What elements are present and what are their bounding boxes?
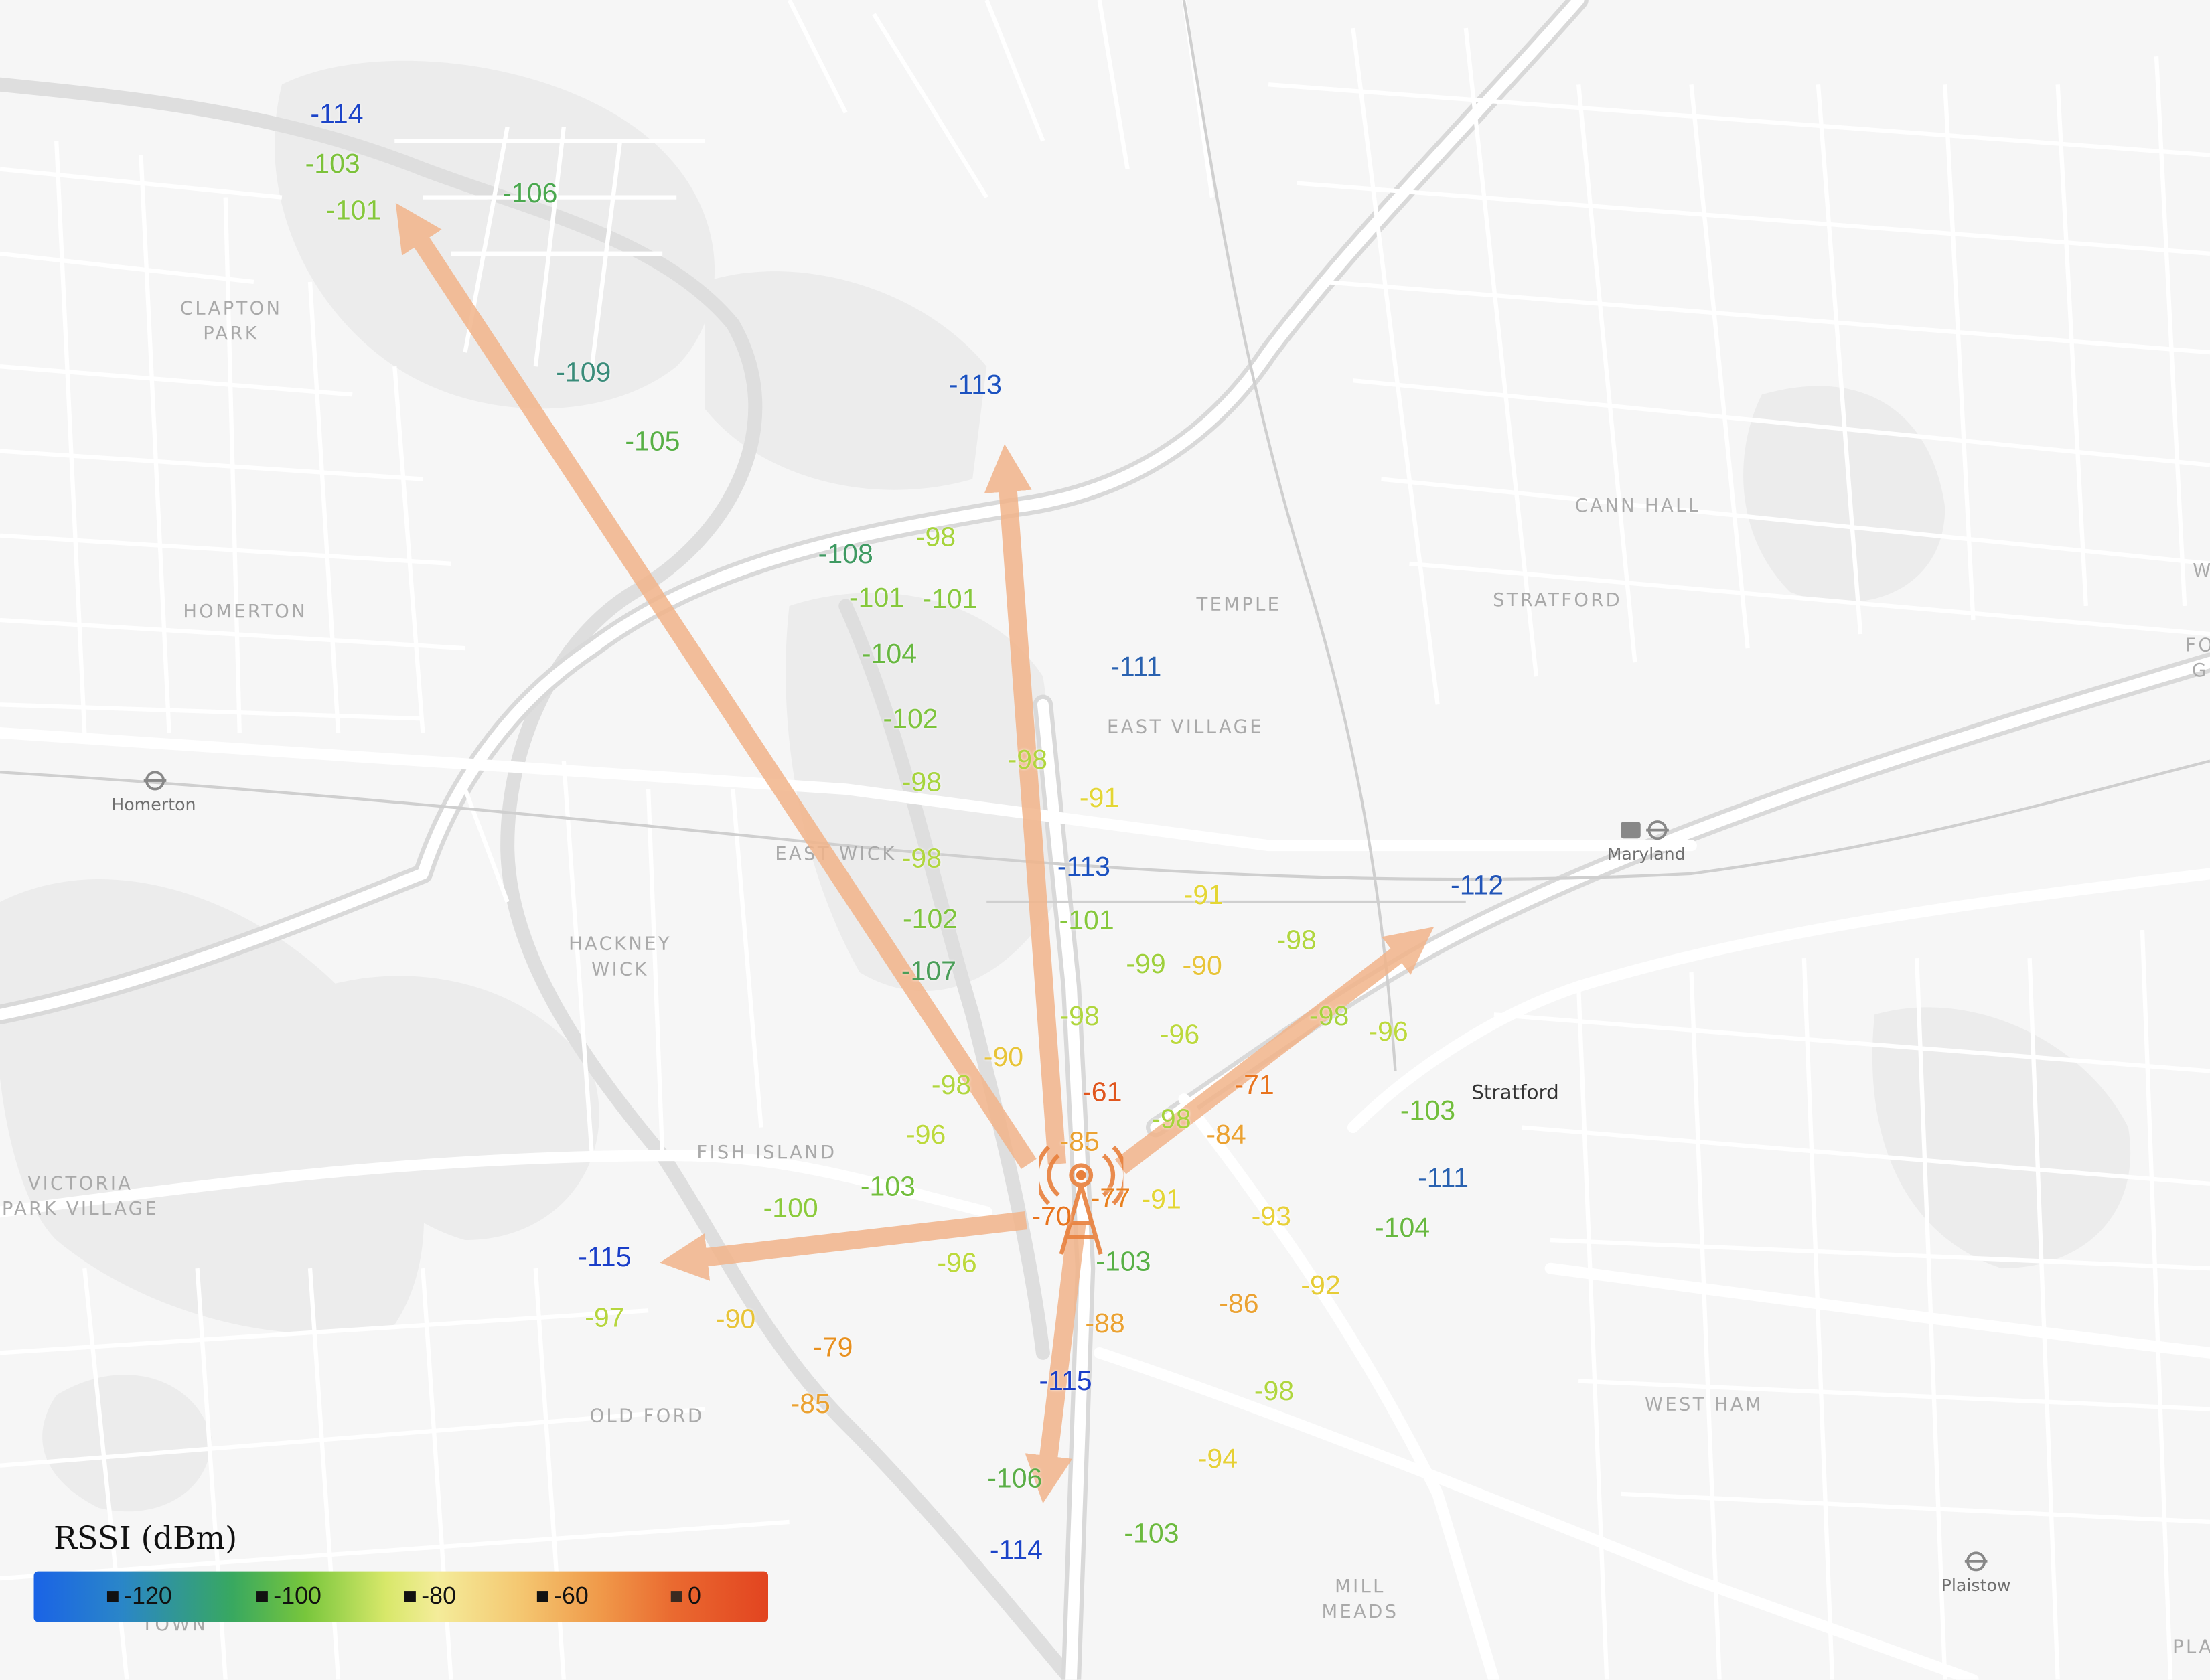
rssi-reading: -103 xyxy=(1400,1095,1456,1127)
rssi-reading: -101 xyxy=(849,583,905,614)
rssi-reading: -102 xyxy=(902,904,958,935)
rssi-reading: -61 xyxy=(1082,1077,1122,1109)
rssi-reading: -96 xyxy=(937,1247,977,1279)
rssi-reading: -93 xyxy=(1251,1201,1292,1233)
map-canvas[interactable]: CLAPTON PARK HOMERTON TEMPLE CANN HALL S… xyxy=(0,0,2210,1680)
rssi-reading: -104 xyxy=(1374,1212,1430,1244)
tick-marker-icon xyxy=(536,1591,548,1602)
rssi-reading: -111 xyxy=(1110,652,1162,683)
rssi-reading: -113 xyxy=(948,370,1002,401)
rssi-reading: -108 xyxy=(818,539,873,570)
rssi-reading: -90 xyxy=(715,1304,756,1336)
rssi-reading: -71 xyxy=(1234,1070,1274,1101)
rssi-reading: -104 xyxy=(861,639,917,670)
rssi-reading: -101 xyxy=(1059,905,1114,937)
rssi-reading: -107 xyxy=(901,956,956,988)
tick-marker-icon xyxy=(256,1591,268,1602)
rssi-reading: -98 xyxy=(1254,1376,1295,1407)
rssi-reading: -112 xyxy=(1451,870,1504,901)
rssi-reading: -85 xyxy=(1059,1126,1100,1158)
rssi-reading: -111 xyxy=(1418,1163,1469,1195)
rssi-reading: -96 xyxy=(1368,1016,1408,1048)
rssi-reading: -103 xyxy=(860,1171,915,1203)
rssi-reading: -94 xyxy=(1197,1444,1238,1475)
tick-marker-icon xyxy=(670,1591,682,1602)
rssi-reading: -90 xyxy=(983,1042,1024,1073)
rssi-reading: -98 xyxy=(931,1070,972,1101)
rssi-reading: -91 xyxy=(1183,880,1224,911)
rssi-reading: -98 xyxy=(1007,745,1047,776)
rssi-reading: -100 xyxy=(763,1193,818,1224)
rssi-reading: -103 xyxy=(305,149,360,180)
rssi-reading: -91 xyxy=(1141,1184,1181,1216)
rssi-reading: -98 xyxy=(1276,925,1317,956)
rssi-reading: -86 xyxy=(1219,1288,1259,1320)
rssi-reading: -98 xyxy=(915,522,956,554)
legend-tick-label: -100 xyxy=(273,1582,321,1610)
rssi-reading: -113 xyxy=(1057,852,1110,883)
legend-tick-label: -80 xyxy=(421,1582,456,1610)
rssi-reading: -114 xyxy=(989,1535,1043,1567)
rssi-reading: -101 xyxy=(922,584,978,615)
rssi-reading: -105 xyxy=(625,426,680,457)
arrow-south xyxy=(1025,1222,1086,1504)
rssi-reading: -96 xyxy=(906,1120,946,1151)
rssi-reading: -103 xyxy=(1096,1246,1151,1278)
legend-tick: -120 xyxy=(106,1572,172,1622)
rssi-reading: -77 xyxy=(1090,1182,1131,1215)
rssi-reading: -103 xyxy=(1124,1518,1179,1549)
rssi-reading: -70 xyxy=(1031,1201,1072,1233)
rssi-reading: -96 xyxy=(1159,1019,1200,1051)
rssi-reading: -88 xyxy=(1085,1308,1125,1340)
rssi-reading: -98 xyxy=(1151,1103,1191,1136)
rssi-reading: -98 xyxy=(1309,1001,1349,1033)
rssi-reading: -79 xyxy=(813,1332,853,1364)
rssi-reading: -98 xyxy=(1059,1001,1100,1033)
rssi-reading: -115 xyxy=(1039,1366,1092,1397)
rssi-reading: -92 xyxy=(1301,1270,1341,1302)
legend-tick: -80 xyxy=(404,1572,456,1622)
legend-tick-label: 0 xyxy=(688,1582,701,1610)
tick-marker-icon xyxy=(106,1591,119,1602)
rssi-reading: -91 xyxy=(1079,783,1120,814)
rssi-reading: -106 xyxy=(502,178,558,210)
legend-tick: -100 xyxy=(256,1572,321,1622)
rssi-reading: -98 xyxy=(901,843,942,874)
rssi-reading: -106 xyxy=(987,1463,1043,1495)
rssi-reading: -97 xyxy=(585,1302,625,1334)
rssi-reading: -101 xyxy=(326,195,382,226)
rssi-reading: -109 xyxy=(556,357,611,388)
legend-tick-label: -120 xyxy=(124,1582,172,1610)
arrow-northwest xyxy=(395,202,1037,1169)
legend-title: RSSI (dBm) xyxy=(53,1521,238,1557)
propagation-arrows xyxy=(395,202,1434,1504)
rssi-reading: -98 xyxy=(901,767,942,799)
rssi-reading: -84 xyxy=(1206,1120,1246,1151)
legend-color-scale: -120 -100 -80 -60 0 xyxy=(33,1571,769,1622)
rssi-reading: -115 xyxy=(578,1242,632,1274)
rssi-reading: -90 xyxy=(1182,950,1222,982)
rssi-reading: -114 xyxy=(310,99,364,131)
tick-marker-icon xyxy=(404,1591,416,1602)
legend-tick: 0 xyxy=(670,1572,701,1622)
legend-tick-label: -60 xyxy=(554,1582,589,1610)
rssi-reading: -102 xyxy=(883,704,938,735)
rssi-reading: -99 xyxy=(1126,949,1166,980)
rssi-reading: -85 xyxy=(790,1389,830,1420)
legend-tick: -60 xyxy=(536,1572,589,1622)
